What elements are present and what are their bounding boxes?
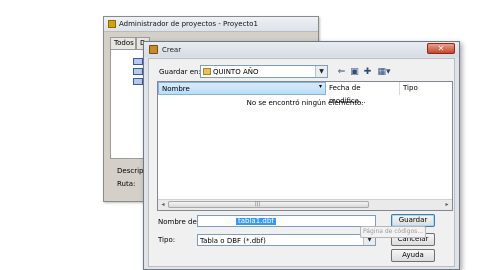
project-manager-titlebar: Administrador de proyectos - Proyecto1 [104,17,318,32]
type-label: Tipo: [158,236,176,244]
type-combo[interactable]: Tabla o DBF (*.dbf) ▼ [197,234,376,246]
empty-message: No se encontró ningún elemento. [246,99,364,107]
save-in-value: QUINTO AÑO [213,68,259,76]
chevron-down-icon[interactable]: ▼ [315,66,327,77]
save-in-label: Guardar en: [159,68,201,76]
description-label: Descrip [117,167,144,175]
up-folder-icon[interactable]: ▣ [349,67,360,78]
save-in-combo[interactable]: QUINTO AÑO ▼ [200,65,328,78]
tree-item-icon[interactable] [133,58,143,65]
back-icon[interactable]: ⇐ [336,67,347,78]
view-menu-icon[interactable]: ▦▾ [375,67,393,78]
column-name[interactable]: Nombre [158,82,326,95]
project-manager-title: Administrador de proyectos - Proyecto1 [119,20,258,28]
close-button[interactable]: ✕ [427,43,455,54]
sort-arrow-icon: ▾ [319,83,323,90]
horizontal-scrollbar[interactable]: ◂ ||| ▸ [158,199,452,210]
tree-item-icon[interactable] [133,68,143,75]
tree-item-icon[interactable] [133,78,143,85]
scroll-right-icon[interactable]: ▸ [443,201,451,209]
filename-label: Nombre de [158,218,197,226]
column-date[interactable]: Fecha de modifica... [326,82,400,105]
filename-value: tabla1.dbf [236,217,276,225]
file-list[interactable]: Nombre ▾ Fecha de modifica... Tipo No se… [157,81,453,211]
project-icon [108,20,116,28]
scroll-grip-icon: ||| [255,201,261,207]
dialog-title: Crear [162,46,182,54]
tab-todos[interactable]: Todos [110,37,136,49]
type-value: Tabla o DBF (*.dbf) [200,237,266,245]
codepage-button[interactable]: Página de códigos... [360,226,426,238]
filename-field[interactable]: tabla1.dbf [197,215,376,227]
dialog-titlebar: Crear ✕ [144,42,459,57]
scroll-left-icon[interactable]: ◂ [159,201,167,209]
scroll-thumb[interactable] [168,201,369,208]
path-label: Ruta: [117,180,136,188]
help-button[interactable]: Ayuda [391,249,435,262]
foxpro-icon [149,45,158,54]
folder-icon [203,68,211,75]
column-type[interactable]: Tipo [400,82,454,95]
project-tree [110,49,146,159]
new-folder-icon[interactable]: ✚ [362,67,373,78]
